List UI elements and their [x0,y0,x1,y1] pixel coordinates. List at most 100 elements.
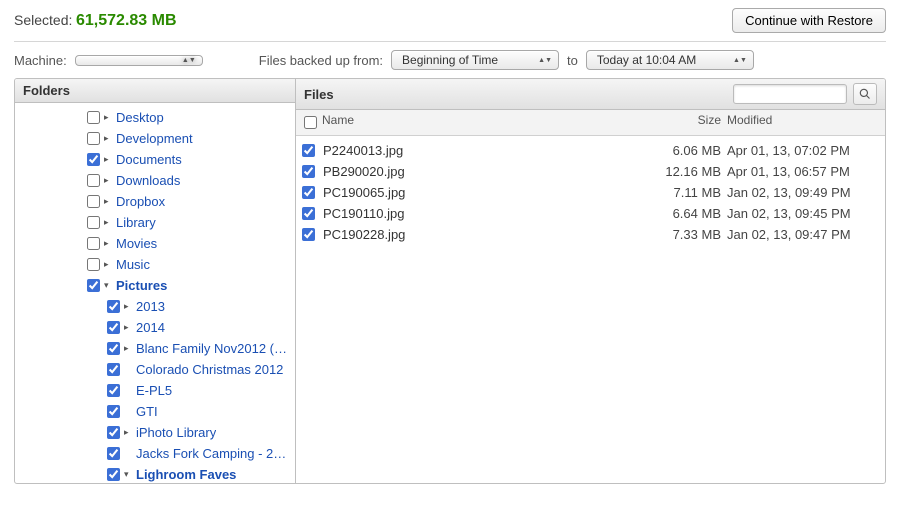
file-checkbox[interactable] [302,207,315,220]
file-checkbox[interactable] [302,228,315,241]
updown-icon: ▲▼ [733,58,747,63]
to-label: to [567,53,578,68]
folder-label: Pictures [116,278,167,293]
machine-select[interactable]: ▲▼ [75,55,203,66]
folder-row[interactable]: ▾Lighroom Faves [15,464,295,483]
folder-checkbox[interactable] [107,384,120,397]
col-modified[interactable]: Modified [727,113,877,132]
folder-checkbox[interactable] [107,447,120,460]
select-all-checkbox[interactable] [304,116,317,129]
from-date-select[interactable]: Beginning of Time ▲▼ [391,50,559,70]
folder-label: Documents [116,152,182,167]
folder-row[interactable]: ▾Pictures [15,275,295,296]
file-checkbox[interactable] [302,186,315,199]
disclosure-icon[interactable]: ▸ [124,343,133,354]
file-modified: Apr 01, 13, 07:02 PM [727,143,877,158]
folder-checkbox[interactable] [87,132,100,145]
file-size: 12.16 MB [641,164,727,179]
disclosure-icon[interactable]: ▸ [124,322,133,333]
file-modified: Apr 01, 13, 06:57 PM [727,164,877,179]
file-size: 7.11 MB [641,185,727,200]
folder-label: Development [116,131,193,146]
file-name: PC190110.jpg [323,206,641,221]
folder-label: iPhoto Library [136,425,216,440]
disclosure-icon[interactable]: ▸ [124,301,133,312]
disclosure-icon[interactable]: ▸ [104,238,113,249]
selected-size: 61,572.83 MB [76,12,177,29]
folder-checkbox[interactable] [107,342,120,355]
folder-label: 2014 [136,320,165,335]
folder-checkbox[interactable] [107,468,120,481]
backed-up-label: Files backed up from: [259,53,383,68]
file-row[interactable]: PC190110.jpg6.64 MBJan 02, 13, 09:45 PM [296,203,885,224]
file-name: PB290020.jpg [323,164,641,179]
folder-row[interactable]: Colorado Christmas 2012 [15,359,295,380]
updown-icon: ▲▼ [182,58,196,63]
file-modified: Jan 02, 13, 09:45 PM [727,206,877,221]
disclosure-icon[interactable]: ▾ [124,469,133,480]
folder-row[interactable]: ▸Development [15,128,295,149]
folder-label: E-PL5 [136,383,172,398]
search-input[interactable] [733,84,847,104]
disclosure-icon[interactable]: ▸ [104,259,113,270]
disclosure-icon[interactable]: ▸ [124,427,133,438]
folder-checkbox[interactable] [107,405,120,418]
folder-row[interactable]: GTI [15,401,295,422]
search-button[interactable] [853,83,877,105]
folder-label: Blanc Family Nov2012 (Willi... [136,341,289,356]
file-checkbox[interactable] [302,144,315,157]
folder-row[interactable]: ▸Downloads [15,170,295,191]
to-date-select[interactable]: Today at 10:04 AM ▲▼ [586,50,754,70]
folder-checkbox[interactable] [107,426,120,439]
folder-row[interactable]: ▸Blanc Family Nov2012 (Willi... [15,338,295,359]
disclosure-icon[interactable]: ▸ [104,196,113,207]
folder-label: Library [116,215,156,230]
folder-label: Music [116,257,150,272]
folder-label: Downloads [116,173,180,188]
folder-row[interactable]: ▸Documents [15,149,295,170]
folder-checkbox[interactable] [87,153,100,166]
folder-row[interactable]: ▸2013 [15,296,295,317]
file-row[interactable]: P2240013.jpg6.06 MBApr 01, 13, 07:02 PM [296,140,885,161]
col-size[interactable]: Size [641,113,727,132]
disclosure-icon[interactable]: ▸ [104,133,113,144]
files-header: Files [296,79,885,110]
folder-row[interactable]: ▸Music [15,254,295,275]
file-checkbox[interactable] [302,165,315,178]
folder-row[interactable]: ▸Movies [15,233,295,254]
folder-row[interactable]: ▸Desktop [15,107,295,128]
folders-header: Folders [15,79,295,103]
folder-row[interactable]: ▸2014 [15,317,295,338]
folder-label: 2013 [136,299,165,314]
file-row[interactable]: PC190228.jpg7.33 MBJan 02, 13, 09:47 PM [296,224,885,245]
folder-label: GTI [136,404,158,419]
folder-checkbox[interactable] [87,195,100,208]
folder-checkbox[interactable] [87,237,100,250]
folder-row[interactable]: ▸Dropbox [15,191,295,212]
folder-checkbox[interactable] [107,363,120,376]
file-row[interactable]: PB290020.jpg12.16 MBApr 01, 13, 06:57 PM [296,161,885,182]
folder-label: Dropbox [116,194,165,209]
disclosure-icon[interactable]: ▾ [104,280,113,291]
folder-checkbox[interactable] [87,258,100,271]
continue-restore-button[interactable]: Continue with Restore [732,8,886,33]
folder-checkbox[interactable] [87,174,100,187]
disclosure-icon[interactable]: ▸ [104,112,113,123]
folder-row[interactable]: E-PL5 [15,380,295,401]
file-row[interactable]: PC190065.jpg7.11 MBJan 02, 13, 09:49 PM [296,182,885,203]
folder-label: Jacks Fork Camping - 2013 [136,446,289,461]
folder-label: Lighroom Faves [136,467,236,482]
folder-row[interactable]: ▸iPhoto Library [15,422,295,443]
folder-checkbox[interactable] [107,321,120,334]
folder-checkbox[interactable] [87,279,100,292]
folder-checkbox[interactable] [87,216,100,229]
folder-checkbox[interactable] [87,111,100,124]
file-name: PC190228.jpg [323,227,641,242]
folder-checkbox[interactable] [107,300,120,313]
disclosure-icon[interactable]: ▸ [104,217,113,228]
col-name[interactable]: Name [322,113,641,132]
folder-row[interactable]: Jacks Fork Camping - 2013 [15,443,295,464]
folder-row[interactable]: ▸Library [15,212,295,233]
disclosure-icon[interactable]: ▸ [104,154,113,165]
disclosure-icon[interactable]: ▸ [104,175,113,186]
